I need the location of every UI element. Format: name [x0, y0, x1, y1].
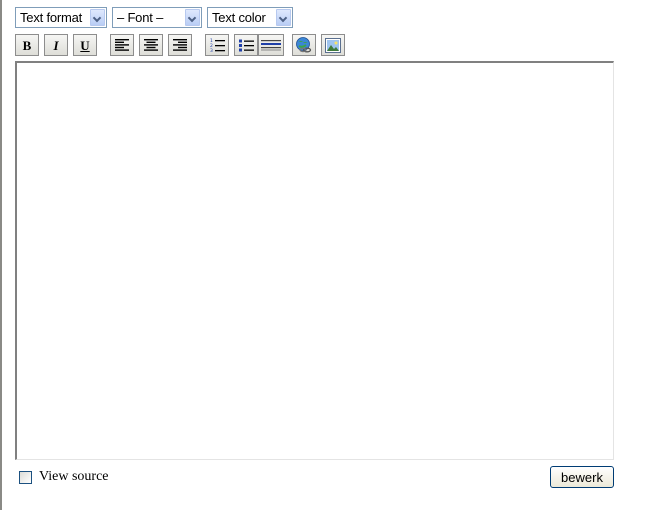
font-select-value: – Font –: [117, 10, 164, 25]
insert-link-button[interactable]: [292, 34, 316, 56]
align-center-icon: [144, 39, 158, 51]
chevron-down-icon[interactable]: [276, 9, 291, 26]
view-source-label: View source: [39, 469, 109, 484]
chevron-down-icon[interactable]: [185, 9, 200, 26]
globe-link-icon: [296, 37, 312, 53]
insert-image-button[interactable]: [321, 34, 345, 56]
text-format-select[interactable]: Text format: [15, 7, 107, 28]
image-icon: [325, 37, 341, 53]
align-left-button[interactable]: [110, 34, 134, 56]
align-left-icon: [115, 39, 129, 51]
chevron-down-icon[interactable]: [90, 9, 105, 26]
svg-text:3: 3: [210, 48, 213, 52]
text-color-select[interactable]: Text color: [207, 7, 293, 28]
ordered-list-button[interactable]: 1 2 3: [205, 34, 229, 56]
align-center-button[interactable]: [139, 34, 163, 56]
text-color-select-value: Text color: [212, 10, 266, 25]
italic-button[interactable]: I: [44, 34, 68, 56]
view-source-checkbox[interactable]: [19, 470, 32, 484]
italic-icon: I: [53, 37, 59, 53]
underline-icon: U: [80, 37, 90, 53]
font-select[interactable]: – Font –: [112, 7, 202, 28]
bold-icon: B: [22, 37, 32, 53]
submit-button[interactable]: bewerk: [550, 466, 614, 488]
view-source-toggle[interactable]: View source: [19, 469, 109, 485]
unordered-list-button[interactable]: [234, 34, 258, 56]
bold-button[interactable]: B: [15, 34, 39, 56]
left-border: [0, 0, 2, 510]
horizontal-rule-icon: [261, 40, 281, 51]
align-right-icon: [173, 39, 187, 51]
align-right-button[interactable]: [168, 34, 192, 56]
editor-textarea[interactable]: [15, 61, 614, 460]
underline-button[interactable]: U: [73, 34, 97, 56]
text-format-select-value: Text format: [20, 10, 83, 25]
unordered-list-icon: [238, 39, 254, 51]
ordered-list-icon: 1 2 3: [210, 38, 225, 52]
horizontal-rule-button[interactable]: [258, 34, 284, 56]
